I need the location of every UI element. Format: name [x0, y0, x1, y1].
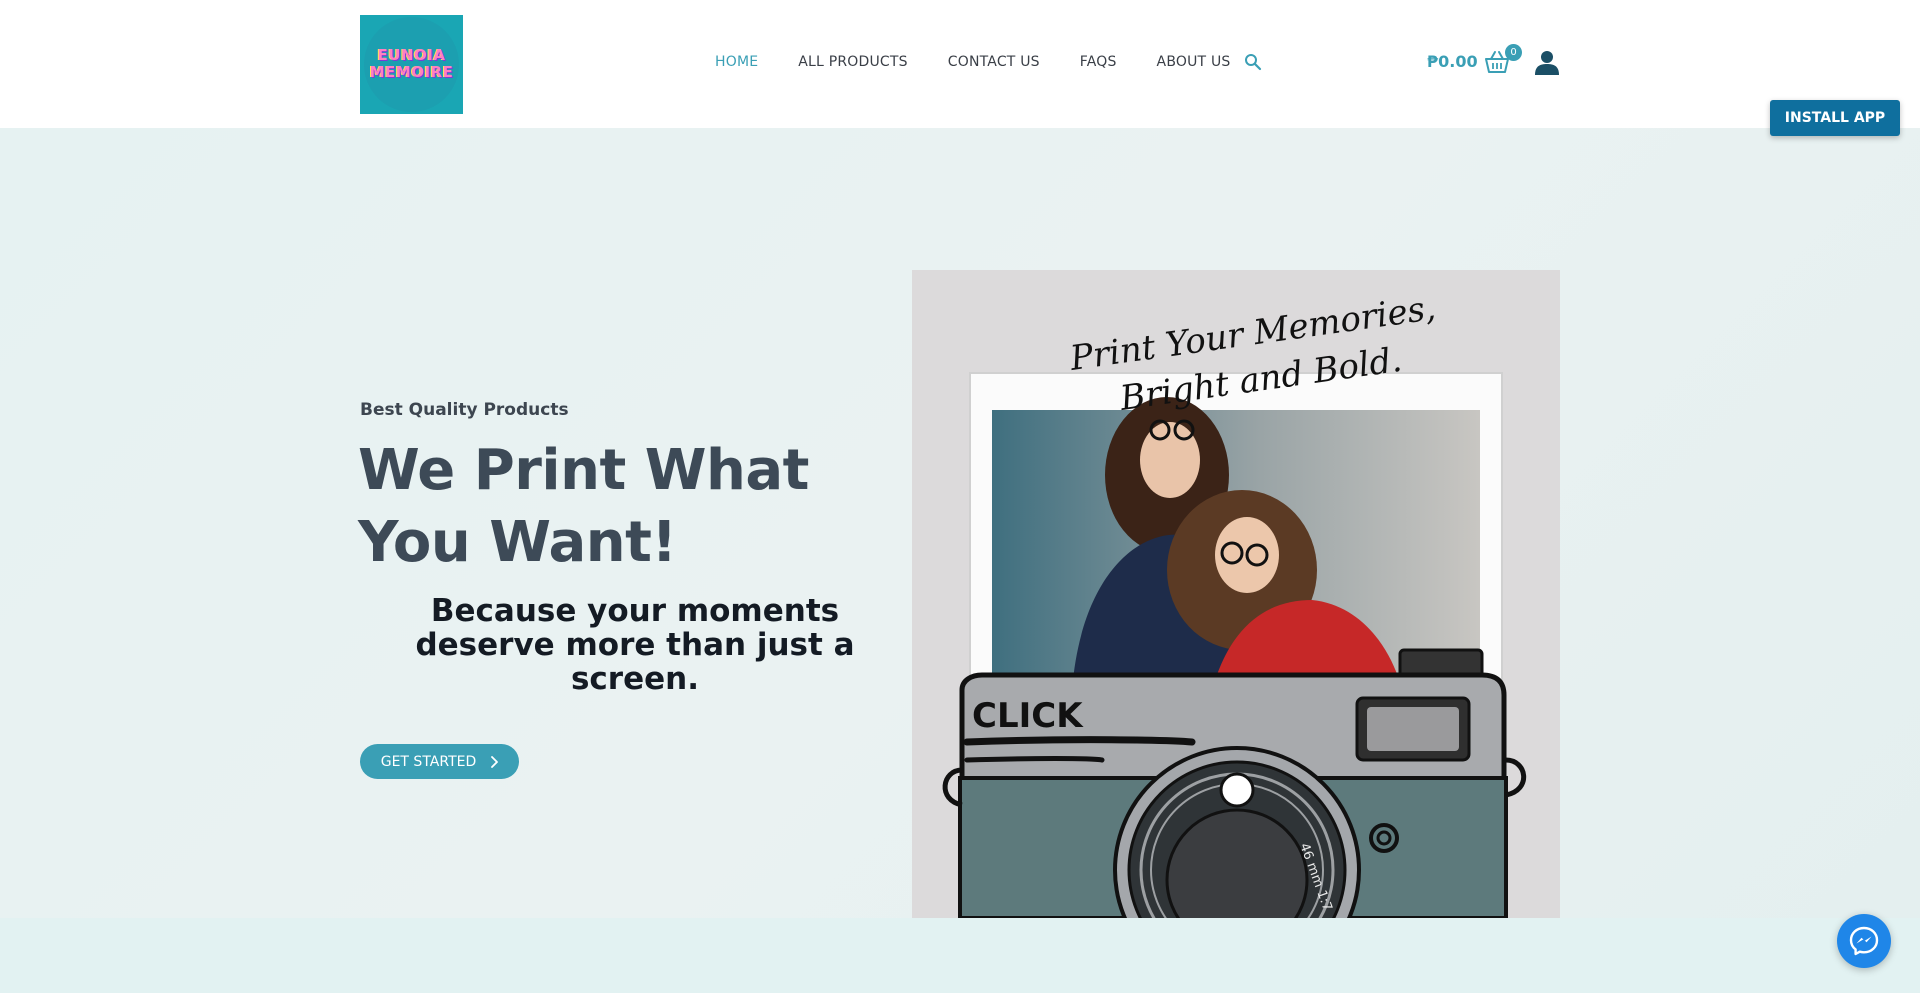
nav-item-contact-us[interactable]: CONTACT US: [948, 54, 1040, 70]
chevron-right-icon: [491, 755, 499, 768]
hero-image: Print Your Memories, Bright and Bold. CL…: [912, 270, 1560, 918]
cart-total[interactable]: ₱0.00: [1427, 52, 1478, 71]
nav-item-faqs[interactable]: FAQS: [1080, 54, 1117, 70]
cart-count-badge: 0: [1505, 44, 1522, 61]
nav-item-all-products[interactable]: ALL PRODUCTS: [798, 54, 907, 70]
nav-item-about-us[interactable]: ABOUT US: [1157, 54, 1231, 70]
search-icon[interactable]: [1244, 53, 1262, 71]
site-header: EUNOIA MEMOIRE HOME ALL PRODUCTS CONTACT…: [0, 0, 1920, 128]
main-nav: HOME ALL PRODUCTS CONTACT US FAQS ABOUT …: [715, 54, 1231, 70]
brand-logo[interactable]: EUNOIA MEMOIRE: [360, 15, 463, 114]
messenger-icon: [1849, 926, 1879, 956]
logo-word-1: EUNOIA: [377, 46, 446, 64]
nav-item-home[interactable]: HOME: [715, 54, 758, 70]
camera-illustration: Print Your Memories, Bright and Bold. CL…: [942, 288, 1527, 918]
user-icon[interactable]: [1535, 50, 1559, 75]
messenger-chat-button[interactable]: [1837, 914, 1891, 968]
get-started-button[interactable]: GET STARTED: [360, 744, 519, 779]
logo-word-2: MEMOIRE: [369, 63, 454, 81]
next-section-band: [0, 918, 1920, 993]
get-started-label: GET STARTED: [380, 753, 477, 770]
install-app-button[interactable]: INSTALL APP: [1770, 100, 1900, 136]
camera-label: CLICK: [972, 696, 1084, 736]
hero-eyebrow: Best Quality Products: [360, 400, 569, 420]
hero-subheadline: Because your moments deserve more than j…: [415, 593, 855, 697]
hero-headline: We Print What You Want!: [358, 438, 809, 575]
